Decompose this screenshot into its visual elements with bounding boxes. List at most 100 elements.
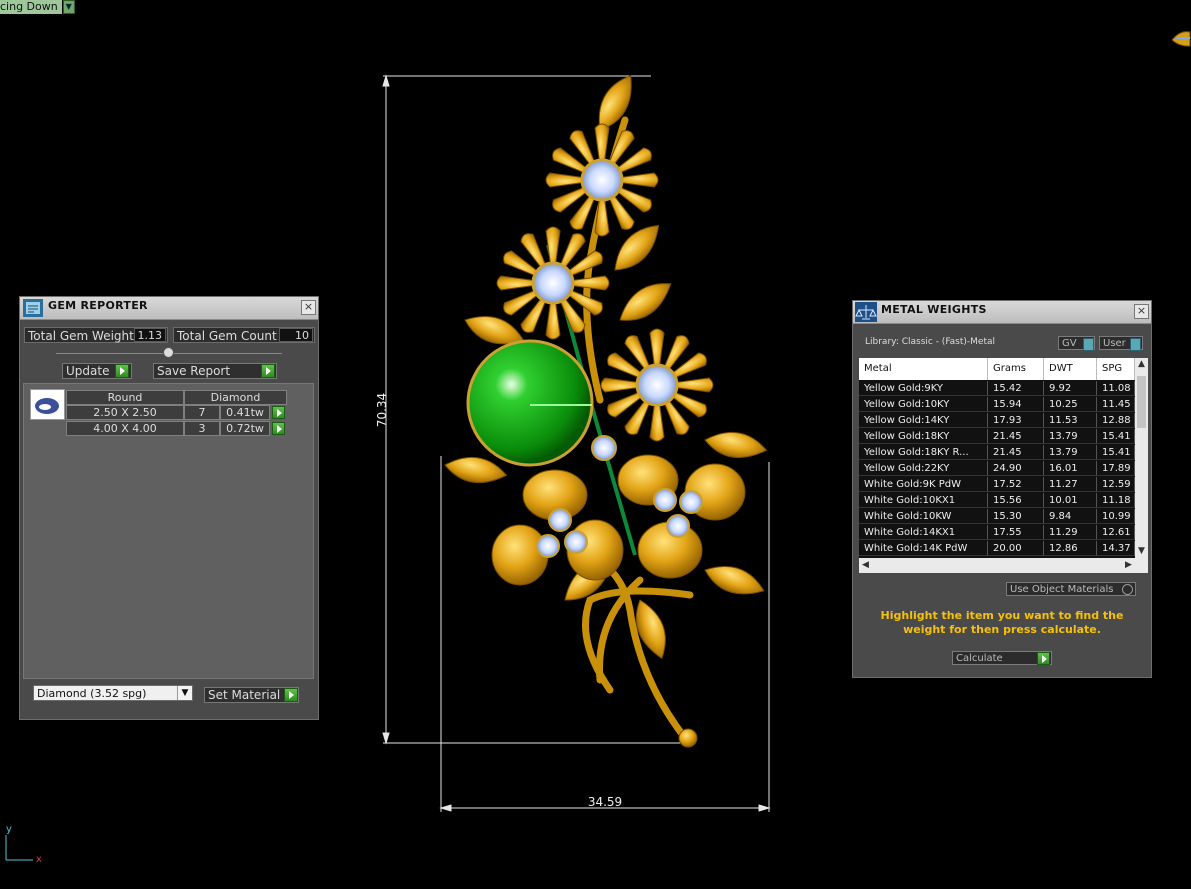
metal-row[interactable]: Yellow Gold:18KY R... 21.45 13.79 15.41	[859, 445, 1135, 461]
gem-row-size[interactable]: 4.00 X 4.00	[66, 421, 184, 436]
height-dimension: 70.34	[375, 393, 389, 427]
chevron-down-icon[interactable]: ▼	[177, 686, 192, 700]
metal-row[interactable]: White Gold:14K PdW 20.00 12.86 14.37	[859, 541, 1135, 557]
metal-cell-dwt: 13.79	[1044, 429, 1097, 444]
metal-cell-metal: White Gold:10KX1	[859, 493, 988, 508]
metal-cell-grams: 15.56	[988, 493, 1044, 508]
metal-cell-dwt: 10.25	[1044, 397, 1097, 412]
gem-reporter-title: GEM REPORTER	[48, 299, 148, 312]
user-toggle-switch[interactable]	[1130, 338, 1141, 351]
metal-row[interactable]: Yellow Gold:14KY 17.93 11.53 12.88	[859, 413, 1135, 429]
column-header-grams[interactable]: Grams	[988, 358, 1044, 380]
use-object-materials-toggle[interactable]: Use Object Materials	[1006, 582, 1136, 596]
metal-cell-metal: Yellow Gold:14KY	[859, 413, 988, 428]
gv-toggle-label: GV	[1062, 338, 1077, 349]
gem-row-go-icon[interactable]	[272, 406, 285, 419]
metal-cell-metal: White Gold:14KX1	[859, 525, 988, 540]
gem-header-material: Diamond	[184, 390, 287, 405]
metal-cell-metal: Yellow Gold:10KY	[859, 397, 988, 412]
metal-cell-spg: 11.45	[1097, 397, 1135, 412]
metal-cell-grams: 20.00	[988, 541, 1044, 556]
metal-cell-grams: 17.52	[988, 477, 1044, 492]
view-cube-icon[interactable]	[1171, 31, 1191, 47]
metal-cell-spg: 11.18	[1097, 493, 1135, 508]
gem-row-count[interactable]: 3	[184, 421, 220, 436]
column-header-dwt[interactable]: DWT	[1044, 358, 1097, 380]
close-icon[interactable]: ×	[301, 300, 316, 315]
metal-cell-dwt: 11.29	[1044, 525, 1097, 540]
horizontal-scrollbar[interactable]: ◀ ▶	[859, 558, 1148, 573]
metal-row[interactable]: White Gold:9K PdW 17.52 11.27 12.59	[859, 477, 1135, 493]
gem-report-icon	[23, 299, 43, 317]
use-object-materials-label: Use Object Materials	[1010, 584, 1114, 595]
metal-cell-dwt: 11.27	[1044, 477, 1097, 492]
gem-row-count[interactable]: 7	[184, 405, 220, 420]
vertical-scrollbar[interactable]: ▲ ▼	[1135, 358, 1148, 558]
column-header-metal[interactable]: Metal	[859, 358, 988, 380]
metal-cell-spg: 12.61	[1097, 525, 1135, 540]
metal-weights-panel: METAL WEIGHTS × Library: Classic - (Fast…	[852, 300, 1152, 678]
metal-cell-spg: 11.08	[1097, 381, 1135, 396]
scroll-up-icon[interactable]: ▲	[1135, 358, 1148, 371]
brooch-model[interactable]	[441, 69, 770, 748]
axis-y-label: y	[6, 824, 12, 835]
save-report-button[interactable]: Save Report	[153, 363, 277, 379]
user-toggle-label: User	[1103, 338, 1126, 349]
metal-row[interactable]: Yellow Gold:18KY 21.45 13.79 15.41	[859, 429, 1135, 445]
radio-icon[interactable]	[1122, 584, 1133, 595]
set-material-go-icon[interactable]	[284, 688, 298, 702]
metal-cell-grams: 17.55	[988, 525, 1044, 540]
metal-cell-grams: 15.42	[988, 381, 1044, 396]
user-toggle[interactable]: User	[1099, 336, 1143, 351]
close-icon[interactable]: ×	[1134, 304, 1149, 319]
gem-row-go-icon[interactable]	[272, 422, 285, 435]
save-report-go-icon[interactable]	[261, 364, 275, 378]
metal-row[interactable]: White Gold:10KX1 15.56 10.01 11.18	[859, 493, 1135, 509]
metal-cell-metal: Yellow Gold:22KY	[859, 461, 988, 476]
gem-row-size[interactable]: 2.50 X 2.50	[66, 405, 184, 420]
metal-row[interactable]: White Gold:10KW 15.30 9.84 10.99	[859, 509, 1135, 525]
metal-cell-grams: 21.45	[988, 445, 1044, 460]
metal-weights-title: METAL WEIGHTS	[881, 303, 987, 316]
metal-cell-dwt: 11.53	[1044, 413, 1097, 428]
gem-list-area: Round Diamond 2.50 X 2.50 7 0.41tw 4.00 …	[23, 383, 314, 679]
round-gem-icon	[35, 398, 59, 414]
total-gem-count-value: 10	[279, 328, 313, 342]
scroll-thumb[interactable]	[1137, 376, 1146, 428]
axis-x-label: x	[36, 854, 42, 865]
metal-row[interactable]: White Gold:14KX1 17.55 11.29 12.61	[859, 525, 1135, 541]
gv-toggle[interactable]: GV	[1058, 336, 1095, 351]
metal-row[interactable]: Yellow Gold:9KY 15.42 9.92 11.08	[859, 381, 1135, 397]
metal-weights-titlebar[interactable]: METAL WEIGHTS ×	[853, 301, 1151, 324]
metal-cell-spg: 15.41	[1097, 429, 1135, 444]
metal-cell-dwt: 9.84	[1044, 509, 1097, 524]
update-go-icon[interactable]	[115, 364, 129, 378]
total-gem-weight-value: 1.13	[134, 328, 166, 342]
metal-cell-metal: Yellow Gold:18KY R...	[859, 445, 988, 460]
metal-row[interactable]: Yellow Gold:10KY 15.94 10.25 11.45	[859, 397, 1135, 413]
metal-cell-spg: 15.41	[1097, 445, 1135, 460]
metal-cell-spg: 10.99	[1097, 509, 1135, 524]
metal-cell-spg: 17.89	[1097, 461, 1135, 476]
gem-thumbnail[interactable]	[30, 389, 65, 420]
scroll-left-icon[interactable]: ◀	[859, 558, 872, 573]
metal-cell-grams: 17.93	[988, 413, 1044, 428]
calculate-go-icon[interactable]	[1037, 652, 1050, 665]
metal-row[interactable]: Yellow Gold:22KY 24.90 16.01 17.89	[859, 461, 1135, 477]
splitter-handle[interactable]	[163, 347, 174, 358]
metal-cell-dwt: 12.86	[1044, 541, 1097, 556]
metal-cell-grams: 15.30	[988, 509, 1044, 524]
gem-reporter-panel: GEM REPORTER × Total Gem Weight 1.13 Tot…	[19, 296, 319, 720]
gv-toggle-switch[interactable]	[1083, 338, 1094, 351]
metal-cell-spg: 14.37	[1097, 541, 1135, 556]
axis-indicator: y x	[5, 824, 42, 865]
scroll-down-icon[interactable]: ▼	[1135, 545, 1148, 558]
scroll-right-icon[interactable]: ▶	[1122, 558, 1135, 573]
material-select[interactable]: Diamond (3.52 spg)	[33, 685, 193, 701]
metal-cell-dwt: 13.79	[1044, 445, 1097, 460]
column-header-spg[interactable]: SPG	[1097, 358, 1135, 380]
gem-reporter-titlebar[interactable]: GEM REPORTER ×	[20, 297, 318, 320]
metal-weights-table: Metal Grams DWT SPG Yellow Gold:9KY 15.42…	[859, 358, 1148, 573]
gem-row-weight[interactable]: 0.41tw	[220, 405, 270, 420]
gem-row-weight[interactable]: 0.72tw	[220, 421, 270, 436]
